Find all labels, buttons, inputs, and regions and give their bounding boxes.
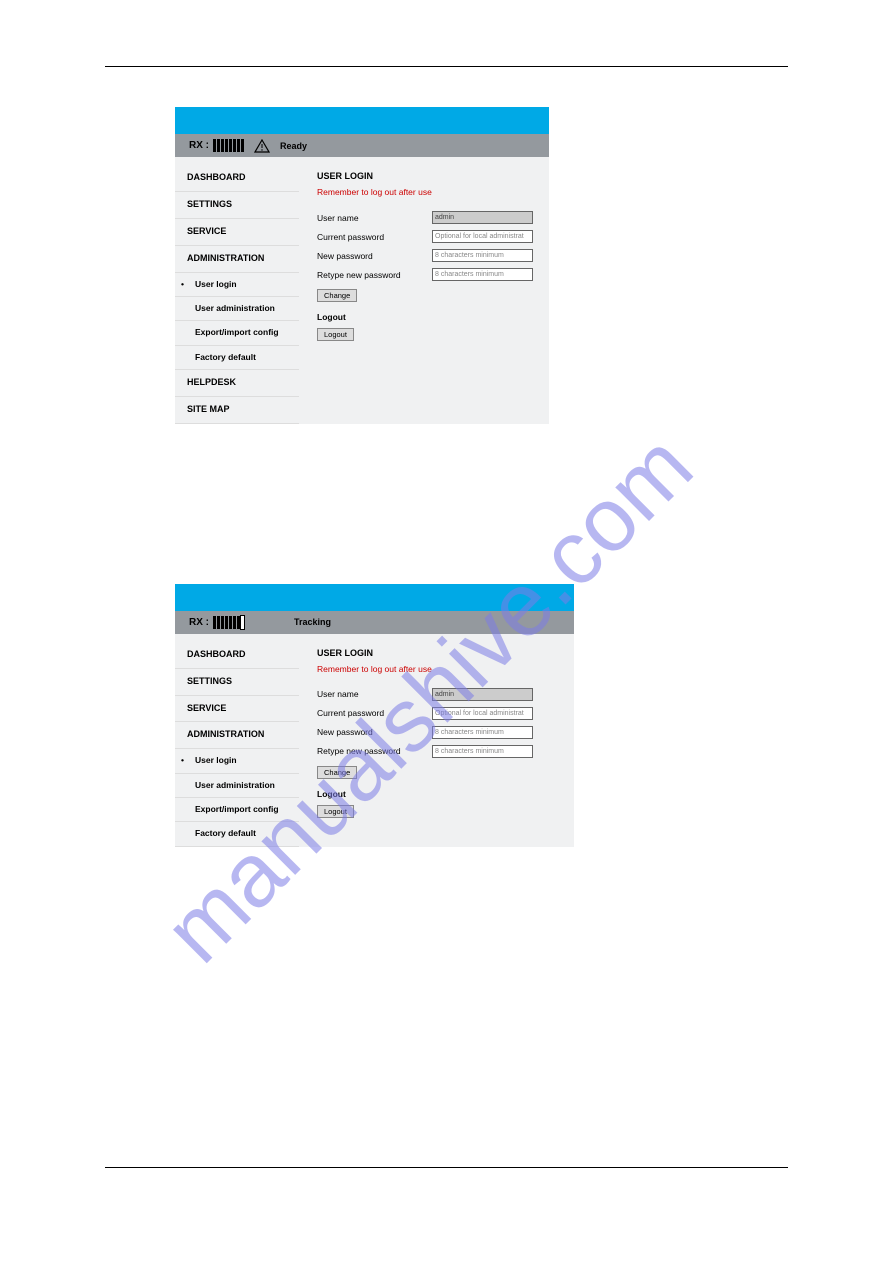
sidebar-item-export-import[interactable]: Export/import config xyxy=(175,798,299,822)
sidebar-item-user-login[interactable]: User login xyxy=(175,749,299,773)
sidebar-item-factory-default[interactable]: Factory default xyxy=(175,822,299,846)
brand-bar xyxy=(175,584,574,611)
sidebar-item-user-login[interactable]: User login xyxy=(175,273,299,297)
username-label: User name xyxy=(317,213,432,223)
figure-1: RX : Ready DASHBOARD SETTINGS SERVICE AD… xyxy=(175,107,549,424)
current-password-field[interactable]: Optional for local administrat xyxy=(432,230,533,243)
current-password-label: Current password xyxy=(317,708,432,718)
sidebar-item-helpdesk[interactable]: HELPDESK xyxy=(175,370,299,397)
sidebar-item-user-administration[interactable]: User administration xyxy=(175,774,299,798)
sidebar-item-settings[interactable]: SETTINGS xyxy=(175,192,299,219)
logout-warning: Remember to log out after use xyxy=(317,187,535,197)
sidebar-item-service[interactable]: SERVICE xyxy=(175,219,299,246)
logout-warning: Remember to log out after use xyxy=(317,664,560,674)
current-password-field[interactable]: Optional for local administrat xyxy=(432,707,533,720)
footer-rule xyxy=(105,1167,788,1168)
content-panel: USER LOGIN Remember to log out after use… xyxy=(299,634,574,847)
sidebar-item-dashboard[interactable]: DASHBOARD xyxy=(175,642,299,669)
sidebar-item-service[interactable]: SERVICE xyxy=(175,696,299,723)
retype-password-field[interactable]: 8 characters minimum xyxy=(432,745,533,758)
logout-section-label: Logout xyxy=(317,312,535,322)
username-label: User name xyxy=(317,689,432,699)
current-password-label: Current password xyxy=(317,232,432,242)
status-bar: RX : Tracking xyxy=(175,611,574,634)
sidebar-item-export-import[interactable]: Export/import config xyxy=(175,321,299,345)
sidebar: DASHBOARD SETTINGS SERVICE ADMINISTRATIO… xyxy=(175,157,299,424)
new-password-field[interactable]: 8 characters minimum xyxy=(432,726,533,739)
logout-button[interactable]: Logout xyxy=(317,328,354,341)
logout-button[interactable]: Logout xyxy=(317,805,354,818)
warning-icon xyxy=(254,139,270,153)
content-panel: USER LOGIN Remember to log out after use… xyxy=(299,157,549,424)
status-text: Tracking xyxy=(294,617,331,627)
change-button[interactable]: Change xyxy=(317,289,357,302)
new-password-label: New password xyxy=(317,251,432,261)
signal-bars-icon xyxy=(213,616,244,629)
sidebar: DASHBOARD SETTINGS SERVICE ADMINISTRATIO… xyxy=(175,634,299,847)
logout-section-label: Logout xyxy=(317,789,560,799)
retype-password-field[interactable]: 8 characters minimum xyxy=(432,268,533,281)
new-password-field[interactable]: 8 characters minimum xyxy=(432,249,533,262)
header-rule xyxy=(105,66,788,67)
rx-label: RX : xyxy=(189,140,209,151)
status-text: Ready xyxy=(280,141,307,151)
sidebar-item-site-map[interactable]: SITE MAP xyxy=(175,397,299,424)
page-title: USER LOGIN xyxy=(317,171,535,181)
sidebar-item-administration[interactable]: ADMINISTRATION xyxy=(175,722,299,749)
status-bar: RX : Ready xyxy=(175,134,549,157)
username-field[interactable]: admin xyxy=(432,211,533,224)
sidebar-item-dashboard[interactable]: DASHBOARD xyxy=(175,165,299,192)
figure-2: RX : Tracking DASHBOARD SETTINGS SERVICE… xyxy=(175,584,574,847)
sidebar-item-settings[interactable]: SETTINGS xyxy=(175,669,299,696)
sidebar-item-administration[interactable]: ADMINISTRATION xyxy=(175,246,299,273)
page-title: USER LOGIN xyxy=(317,648,560,658)
retype-password-label: Retype new password xyxy=(317,746,432,756)
sidebar-item-user-administration[interactable]: User administration xyxy=(175,297,299,321)
brand-bar xyxy=(175,107,549,134)
sidebar-item-factory-default[interactable]: Factory default xyxy=(175,346,299,370)
rx-label: RX : xyxy=(189,617,209,628)
new-password-label: New password xyxy=(317,727,432,737)
retype-password-label: Retype new password xyxy=(317,270,432,280)
signal-bars-icon xyxy=(213,139,244,152)
username-field[interactable]: admin xyxy=(432,688,533,701)
change-button[interactable]: Change xyxy=(317,766,357,779)
